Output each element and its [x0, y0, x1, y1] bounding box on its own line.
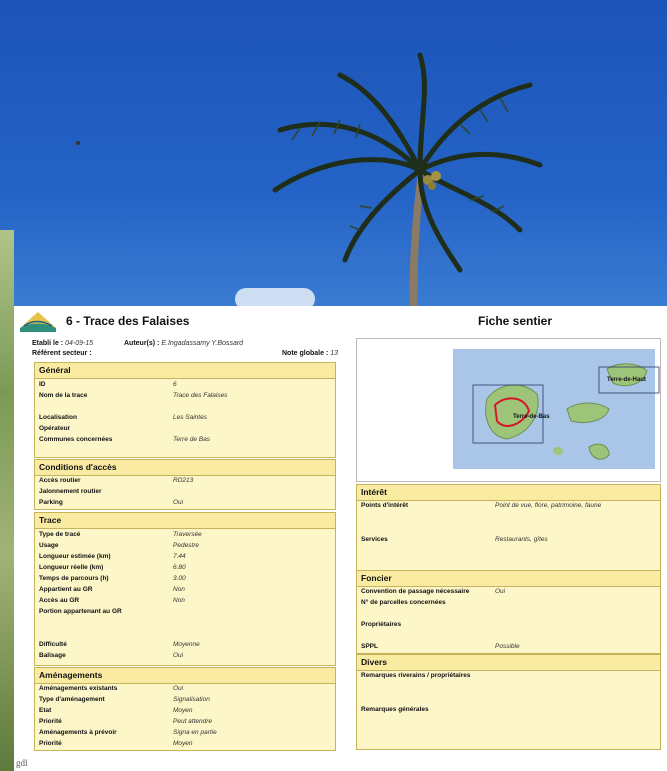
- row-value: Pedestre: [173, 542, 200, 549]
- row-label: SPPL: [361, 643, 378, 650]
- auteurs-meta: Auteur(s) : E.Ingadassamy Y.Bossard: [124, 340, 244, 347]
- map-label-terre-de-bas: Terre-de-Bas: [513, 414, 550, 420]
- row-label: Aménagements à prévoir: [39, 729, 117, 736]
- palm-tree-image: [76, 52, 543, 320]
- section-title: Aménagements: [35, 668, 335, 684]
- row-value: Signalisation: [173, 696, 210, 703]
- row-label: N° de parcelles concernées: [361, 599, 446, 606]
- row-value: Moyen: [173, 707, 193, 714]
- row-label: Temps de parcours (h): [39, 575, 109, 582]
- section-interet: Intérêt Points d'intérêt Point de vue, f…: [356, 484, 661, 574]
- row-value: Oui: [173, 685, 184, 692]
- row-value: Oui: [495, 588, 506, 595]
- section-title: Divers: [357, 655, 660, 671]
- row-label: Longueur réelle (km): [39, 564, 104, 571]
- row-value: 3.00: [173, 575, 186, 582]
- row-label: Type de tracé: [39, 531, 81, 538]
- section-title: Foncier: [357, 571, 660, 587]
- row-label: Communes concernées: [39, 436, 113, 443]
- row-label: Parking: [39, 499, 63, 506]
- row-label: Accès routier: [39, 477, 81, 484]
- row-label: Etat: [39, 707, 52, 714]
- section-title: Intérêt: [357, 485, 660, 501]
- row-label: Jalonnement routier: [39, 488, 102, 495]
- section-title: Conditions d'accès: [35, 460, 335, 476]
- row-value: Les Saintes: [173, 414, 207, 421]
- trail-sheet: 6 - Trace des Falaises Fiche sentier Eta…: [14, 306, 667, 771]
- document-type: Fiche sentier: [478, 314, 553, 328]
- row-label: Convention de passage nécessaire: [361, 588, 470, 595]
- row-value: Signa en partie: [173, 729, 217, 736]
- note-meta: Note globale : 13: [282, 350, 339, 357]
- row-label: Points d'intérêt: [361, 502, 409, 509]
- row-value: Moyen: [173, 740, 193, 747]
- row-value: 6: [173, 381, 177, 388]
- section-foncier: Foncier Convention de passage nécessaire…: [356, 570, 661, 654]
- row-label: Propriétaires: [361, 621, 402, 628]
- vegetation-strip: [0, 230, 14, 771]
- row-value: Possible: [495, 643, 520, 650]
- row-label: Portion appartenant au GR: [39, 608, 122, 615]
- row-value: Oui: [173, 499, 184, 506]
- section-general: Général ID 6 Nom de la trace Trace des F…: [34, 362, 336, 458]
- row-value: 7.44: [173, 553, 186, 560]
- row-label: Services: [361, 536, 388, 543]
- row-label: Type d'aménagement: [39, 696, 105, 703]
- row-label: Priorité: [39, 740, 62, 747]
- page-title: 6 - Trace des Falaises: [66, 314, 190, 328]
- row-label: Difficulté: [39, 641, 67, 648]
- trail-map: Terre-de-Bas Terre-de-Haut: [356, 338, 661, 482]
- row-value: Non: [173, 586, 185, 593]
- row-label: Balisage: [39, 652, 66, 659]
- row-value: Oui: [173, 652, 184, 659]
- row-label: Priorité: [39, 718, 62, 725]
- row-label: Opérateur: [39, 425, 71, 432]
- row-label: Remarques générales: [361, 706, 429, 713]
- row-label: ID: [39, 381, 46, 388]
- row-value: Traversée: [173, 531, 202, 538]
- row-value: Terre de Bas: [173, 436, 210, 443]
- row-value: 6.80: [173, 564, 186, 571]
- row-label: Nom de la trace: [39, 392, 88, 399]
- row-value: RD213: [173, 477, 194, 484]
- section-title: Général: [35, 363, 335, 379]
- row-value: Point de vue, flore, patrimoine, faune: [495, 502, 602, 509]
- section-divers: Divers Remarques riverains / propriétair…: [356, 654, 661, 750]
- row-label: Accès au GR: [39, 597, 80, 604]
- row-label: Remarques riverains / propriétaires: [361, 672, 471, 679]
- row-label: Usage: [39, 542, 59, 549]
- etabli-meta: Etabli le : 04-09-15: [32, 340, 94, 347]
- footer-logo: gdl: [16, 758, 28, 768]
- row-value: Non: [173, 597, 185, 604]
- map-image: Terre-de-Bas Terre-de-Haut: [453, 349, 660, 469]
- row-value: Moyenne: [173, 641, 200, 648]
- row-value: Trace des Falaises: [173, 392, 228, 399]
- row-label: Longueur estimée (km): [39, 553, 111, 560]
- row-label: Localisation: [39, 414, 77, 421]
- section-acces: Conditions d'accès Accès routier RD213 J…: [34, 459, 336, 510]
- logo-icon: [20, 312, 56, 332]
- section-trace: Trace Type de tracé Traversée Usage Pede…: [34, 512, 336, 666]
- section-amenagements: Aménagements Aménagements existants Oui …: [34, 667, 336, 751]
- row-value: Restaurants, gîtes: [495, 536, 548, 543]
- section-title: Trace: [35, 513, 335, 529]
- map-label-terre-de-haut: Terre-de-Haut: [607, 377, 646, 383]
- referent-meta: Référent secteur :: [32, 350, 92, 357]
- row-value: Peut attendre: [173, 718, 213, 725]
- row-label: Appartient au GR: [39, 586, 93, 593]
- row-label: Aménagements existants: [39, 685, 118, 692]
